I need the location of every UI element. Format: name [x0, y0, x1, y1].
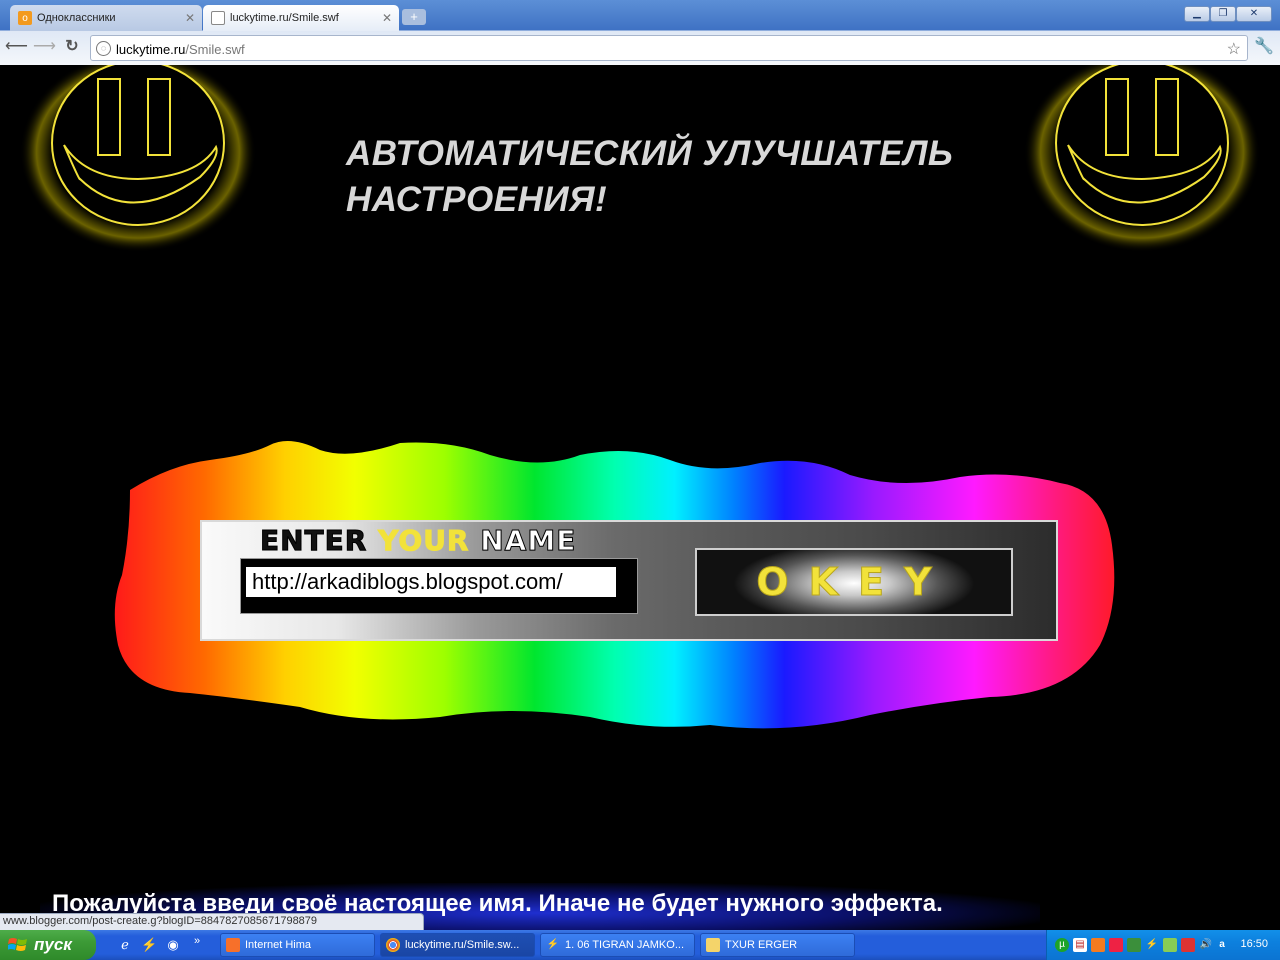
reload-button[interactable]: ↻ [61, 36, 83, 58]
forward-button[interactable]: ⟶ [33, 36, 56, 58]
tab-close-icon[interactable]: ✕ [382, 11, 392, 25]
tray-app-icon[interactable] [1091, 938, 1105, 952]
tab-title: luckytime.ru/Smile.swf [230, 12, 339, 24]
winamp-icon: ⚡ [546, 939, 560, 950]
tray-app2-icon[interactable] [1109, 938, 1123, 952]
maximize-button[interactable]: ❐ [1210, 6, 1236, 22]
language-flag-icon[interactable]: ▤ [1073, 938, 1087, 952]
windows-flag-icon [8, 938, 27, 951]
tab-odnoklassniki[interactable]: o Одноклассники ✕ [10, 5, 202, 31]
security-icon[interactable] [1163, 938, 1177, 952]
chrome-icon [386, 938, 400, 952]
flash-stage[interactable]: АВТОМАТИЧЕСКИЙ УЛУЧШАТЕЛЬ НАСТРОЕНИЯ! EN… [0, 65, 1280, 930]
smiley-right-icon [1024, 65, 1260, 252]
browser-chrome: o Одноклассники ✕ luckytime.ru/Smile.swf… [0, 0, 1280, 65]
address-bar[interactable]: ◌ luckytime.ru/Smile.swf ☆ [90, 35, 1248, 61]
smiley-left-icon [20, 65, 256, 252]
tab-luckytime[interactable]: luckytime.ru/Smile.swf ✕ [203, 5, 399, 31]
font-icon[interactable]: a [1215, 938, 1229, 952]
utorrent-icon[interactable]: µ [1055, 938, 1069, 952]
browser-toolbar: ⟵ ⟶ ↻ ◌ luckytime.ru/Smile.swf ☆ 🔧 [0, 31, 1280, 65]
odnoklassniki-icon: o [18, 11, 32, 25]
winamp-tray-icon[interactable]: ⚡ [1145, 938, 1159, 952]
wrench-menu-icon[interactable]: 🔧 [1254, 36, 1274, 56]
system-tray: µ ▤ ⚡ 🔊 a 16:50 [1046, 930, 1280, 960]
bookmark-star-icon[interactable]: ☆ [1227, 39, 1241, 59]
volume-icon[interactable]: 🔊 [1199, 938, 1213, 952]
tray-app3-icon[interactable] [1181, 938, 1195, 952]
address-url: luckytime.ru/Smile.swf [116, 42, 245, 57]
page-icon [211, 11, 225, 25]
headline-line-1: АВТОМАТИЧЕСКИЙ УЛУЧШАТЕЛЬ [346, 134, 954, 173]
globe-icon: ◌ [96, 41, 111, 56]
minimize-button[interactable]: ▁ [1184, 6, 1210, 22]
start-label: пуск [34, 935, 72, 954]
quick-launch-more-icon[interactable]: » [189, 933, 205, 949]
task-txur-erger[interactable]: TXUR ERGER [700, 933, 855, 957]
winamp-icon[interactable]: ⚡ [141, 937, 157, 953]
chrome-icon[interactable]: ◉ [165, 937, 181, 953]
close-window-button[interactable]: ✕ [1236, 6, 1272, 22]
network-icon[interactable] [1127, 938, 1141, 952]
enter-your-name-label: ENTER YOUR NAME [259, 524, 577, 558]
okey-button[interactable]: OKEY [695, 548, 1013, 616]
status-bar: www.blogger.com/post-create.g?blogID=884… [0, 913, 424, 930]
ie-icon[interactable]: ℯ [117, 937, 133, 953]
hima-icon [226, 938, 240, 952]
back-button[interactable]: ⟵ [5, 36, 28, 58]
tab-strip: o Одноклассники ✕ luckytime.ru/Smile.swf… [0, 0, 1280, 31]
clock: 16:50 [1240, 938, 1268, 950]
name-panel: ENTER YOUR NAME OKEY [200, 520, 1058, 641]
headline-line-2: НАСТРОЕНИЯ! [346, 180, 608, 219]
folder-icon [706, 938, 720, 952]
page-headline: АВТОМАТИЧЕСКИЙ УЛУЧШАТЕЛЬ НАСТРОЕНИЯ! [346, 131, 953, 223]
start-button[interactable]: пуск [0, 930, 96, 960]
task-winamp[interactable]: ⚡ 1. 06 TIGRAN JAMKO... [540, 933, 695, 957]
tab-close-icon[interactable]: ✕ [185, 11, 195, 25]
task-luckytime[interactable]: luckytime.ru/Smile.sw... [380, 933, 535, 957]
name-input-frame [240, 558, 638, 614]
task-internet-hima[interactable]: Internet Hima [220, 933, 375, 957]
tab-title: Одноклассники [37, 12, 116, 24]
name-input[interactable] [246, 567, 616, 597]
taskbar: пуск ℯ ⚡ ◉ » Internet Hima luckytime.ru/… [0, 930, 1280, 960]
new-tab-button[interactable]: + [402, 9, 426, 25]
